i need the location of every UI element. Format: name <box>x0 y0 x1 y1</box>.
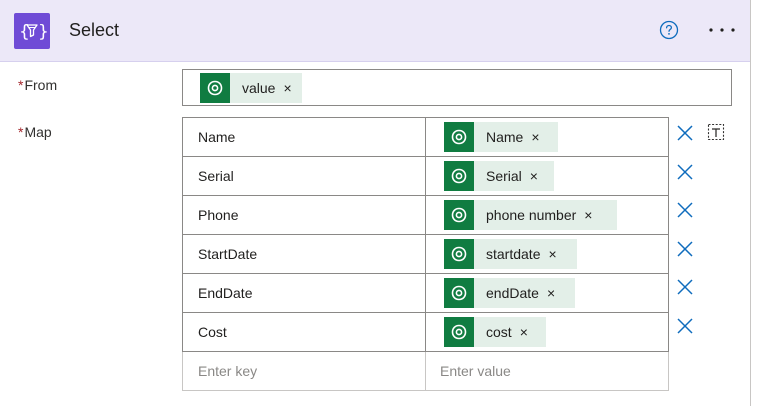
delete-row-icon[interactable] <box>674 276 696 298</box>
switch-to-text-mode-icon[interactable] <box>705 121 727 143</box>
dataverse-icon <box>444 317 474 347</box>
dynamic-content-token[interactable]: value × <box>200 73 302 103</box>
dataverse-icon <box>444 161 474 191</box>
dataverse-icon <box>444 278 474 308</box>
token-label: cost <box>486 324 512 340</box>
column-divider <box>425 313 426 351</box>
map-new-row: Enter key Enter value <box>182 352 669 391</box>
token-label: phone number <box>486 207 577 223</box>
delete-row-icon[interactable] <box>674 199 696 221</box>
select-action-card: { } Select *From value × *Map Name Name … <box>0 0 751 406</box>
dynamic-content-token[interactable]: endDate × <box>444 278 575 308</box>
map-row: Serial Serial × <box>182 157 669 196</box>
new-value-input[interactable]: Enter value <box>440 352 511 390</box>
delete-row-icon[interactable] <box>674 161 696 183</box>
map-row: StartDate startdate × <box>182 235 669 274</box>
help-icon[interactable] <box>659 20 679 40</box>
map-key-field[interactable]: EndDate <box>198 274 252 312</box>
more-options-icon[interactable] <box>706 20 738 40</box>
column-divider <box>425 196 426 234</box>
column-divider <box>425 157 426 195</box>
svg-text:}: } <box>38 22 49 42</box>
column-divider <box>425 352 426 390</box>
from-label: *From <box>18 77 57 93</box>
dataverse-icon <box>200 73 230 103</box>
new-key-input[interactable]: Enter key <box>198 352 257 390</box>
delete-row-icon[interactable] <box>674 122 696 144</box>
action-title: Select <box>69 20 120 40</box>
token-remove-icon[interactable]: × <box>530 169 538 183</box>
token-label: endDate <box>486 285 539 301</box>
required-mark: * <box>18 77 24 93</box>
map-label: *Map <box>18 124 52 140</box>
map-table: Name Name × Serial Serial × Phone phone number ×… <box>182 117 669 391</box>
token-label: Name <box>486 129 524 145</box>
dynamic-content-token[interactable]: Serial × <box>444 161 554 191</box>
token-remove-icon[interactable]: × <box>520 325 528 339</box>
from-label-text: From <box>24 77 58 93</box>
map-key-field[interactable]: StartDate <box>198 235 257 273</box>
delete-row-icon[interactable] <box>674 315 696 337</box>
dataverse-icon <box>444 122 474 152</box>
dynamic-content-token[interactable]: Name × <box>444 122 558 152</box>
dynamic-content-token[interactable]: cost × <box>444 317 546 347</box>
token-remove-icon[interactable]: × <box>283 81 291 95</box>
map-row: EndDate endDate × <box>182 274 669 313</box>
column-divider <box>425 274 426 312</box>
column-divider <box>425 235 426 273</box>
from-input[interactable]: value × <box>182 69 732 106</box>
map-key-field[interactable]: Cost <box>198 313 227 351</box>
map-key-field[interactable]: Phone <box>198 196 238 234</box>
token-remove-icon[interactable]: × <box>584 208 592 222</box>
token-label: value <box>242 80 276 96</box>
map-label-text: Map <box>24 124 52 140</box>
action-header[interactable]: { } Select <box>0 0 750 62</box>
token-remove-icon[interactable]: × <box>548 247 556 261</box>
dynamic-content-token[interactable]: phone number × <box>444 200 617 230</box>
column-divider <box>425 118 426 156</box>
dataverse-icon <box>444 200 474 230</box>
map-row: Phone phone number × <box>182 196 669 235</box>
map-row: Cost cost × <box>182 313 669 352</box>
map-row: Name Name × <box>182 118 669 157</box>
map-key-field[interactable]: Serial <box>198 157 234 195</box>
variable-braces-icon: { } <box>14 13 50 49</box>
token-label: Serial <box>486 168 522 184</box>
required-mark: * <box>18 124 24 140</box>
token-label: startdate <box>486 246 541 262</box>
map-key-field[interactable]: Name <box>198 118 235 156</box>
dataverse-icon <box>444 239 474 269</box>
delete-row-icon[interactable] <box>674 238 696 260</box>
token-remove-icon[interactable]: × <box>547 286 555 300</box>
token-remove-icon[interactable]: × <box>531 130 539 144</box>
dynamic-content-token[interactable]: startdate × <box>444 239 577 269</box>
